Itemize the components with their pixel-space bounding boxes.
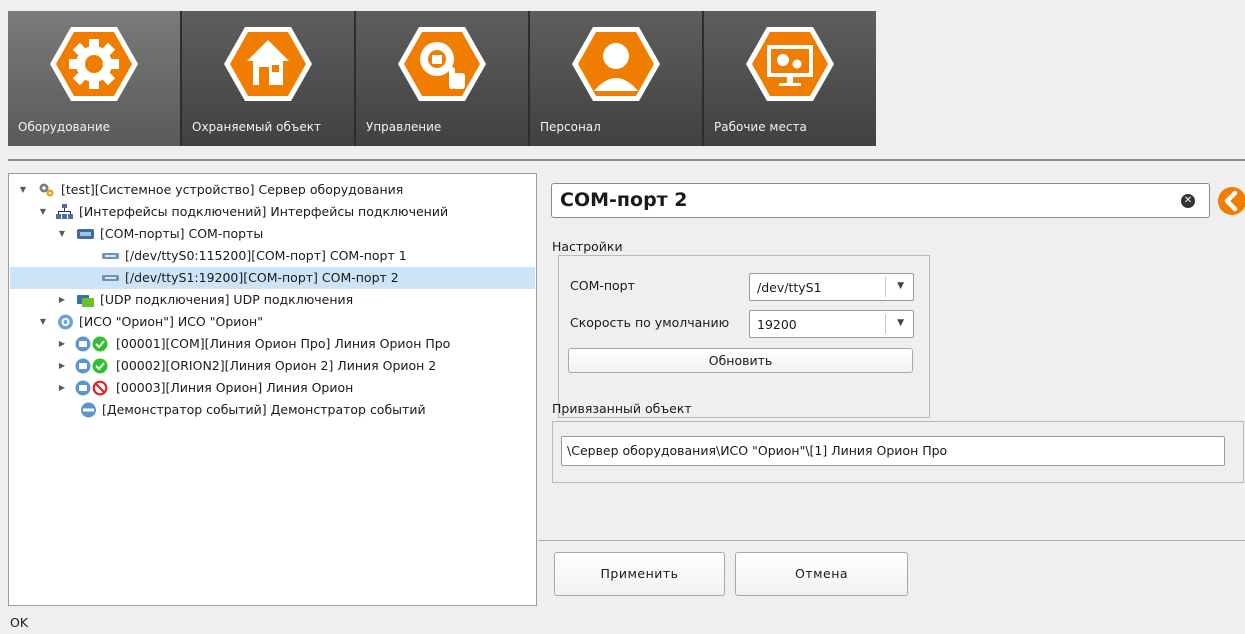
speed-label: Скорость по умолчанию bbox=[570, 315, 730, 330]
collapse-arrow-icon[interactable]: ▼ bbox=[57, 223, 67, 245]
com-port-icon bbox=[102, 275, 119, 281]
nav-label: Персонал bbox=[540, 120, 601, 134]
network-icon bbox=[56, 204, 73, 219]
person-icon bbox=[572, 27, 660, 101]
monitor-gears-icon bbox=[746, 27, 834, 101]
tree-item[interactable]: ▶ [00003][Линия Орион] Линия Орион bbox=[9, 377, 536, 399]
chevron-down-icon[interactable]: ▼ bbox=[897, 318, 904, 328]
orion-icon bbox=[58, 314, 73, 330]
expand-arrow-icon[interactable]: ▶ bbox=[57, 289, 67, 311]
nav-tile-workstations[interactable]: Рабочие места bbox=[704, 11, 876, 146]
button-bar-divider bbox=[538, 540, 1245, 541]
line-disabled-icon bbox=[75, 380, 108, 396]
tree-item-label: [ИСО "Орион"] ИСО "Орион" bbox=[79, 314, 263, 329]
tree-item-label: [UDP подключения] UDP подключения bbox=[100, 292, 354, 307]
tree-item-label: [COM-порты] COM-порты bbox=[100, 226, 264, 241]
linked-object-value: \Сервер оборудования\ИСО "Орион"\[1] Лин… bbox=[567, 443, 948, 458]
expand-arrow-icon[interactable]: ▶ bbox=[57, 333, 67, 355]
tree-item-label: [Интерфейсы подключений] Интерфейсы подк… bbox=[79, 204, 449, 219]
clear-icon[interactable]: ✕ bbox=[1181, 194, 1195, 208]
tree-item[interactable]: ▼ [Интерфейсы подключений] Интерфейсы по… bbox=[9, 201, 536, 223]
title-field[interactable]: COM-порт 2 ✕ bbox=[551, 183, 1210, 218]
line-ok-icon bbox=[75, 336, 108, 352]
tree-item-label: [test][Системное устройство] Сервер обор… bbox=[61, 182, 404, 197]
combo-divider bbox=[885, 314, 886, 334]
main-navigation: Оборудование Охраняемый объект Управлени… bbox=[8, 11, 876, 146]
tree-item[interactable]: ▼ [ИСО "Орион"] ИСО "Орион" bbox=[9, 311, 536, 333]
status-text: OK bbox=[10, 615, 29, 630]
settings-section-label: Настройки bbox=[552, 239, 623, 254]
gear-icon bbox=[50, 27, 138, 101]
gear-lock-hand-icon bbox=[398, 27, 486, 101]
speed-select[interactable]: 19200 ▼ bbox=[749, 310, 914, 338]
line-ok-icon bbox=[75, 358, 108, 374]
nav-label: Оборудование bbox=[18, 120, 110, 134]
expand-arrow-icon[interactable]: ▶ bbox=[57, 355, 67, 377]
house-icon bbox=[224, 27, 312, 101]
gears-icon bbox=[39, 183, 54, 197]
properties-panel: COM-порт 2 ✕ Настройки COM-порт /dev/tty… bbox=[538, 173, 1245, 606]
nav-label: Охраняемый объект bbox=[192, 120, 321, 134]
udp-icon bbox=[77, 295, 94, 307]
object-title: COM-порт 2 bbox=[560, 189, 688, 211]
chevron-down-icon[interactable]: ▼ bbox=[897, 281, 904, 291]
port-group-icon bbox=[77, 229, 94, 239]
tree-item[interactable]: [/dev/ttyS0:115200][COM-порт] COM-порт 1 bbox=[9, 245, 536, 267]
com-port-icon bbox=[102, 253, 119, 259]
tree-item-selected[interactable]: [/dev/ttyS1:19200][COM-порт] COM-порт 2 bbox=[10, 267, 535, 289]
tree-item[interactable]: [Демонстратор событий] Демонстратор собы… bbox=[9, 399, 536, 421]
tree-item-label: [/dev/ttyS0:115200][COM-порт] COM-порт 1 bbox=[125, 248, 407, 263]
collapse-arrow-icon[interactable]: ▼ bbox=[38, 201, 48, 223]
tree-item[interactable]: ▶ [00002][ORION2][Линия Орион 2] Линия О… bbox=[9, 355, 536, 377]
expand-arrow-icon[interactable]: ▶ bbox=[57, 377, 67, 399]
tree-item-label: [Демонстратор событий] Демонстратор собы… bbox=[102, 402, 426, 417]
combo-divider bbox=[885, 277, 886, 297]
demo-icon bbox=[81, 402, 96, 418]
header-divider bbox=[8, 159, 1245, 161]
nav-label: Рабочие места bbox=[714, 120, 807, 134]
apply-button[interactable]: Применить bbox=[554, 552, 725, 596]
tree-item[interactable]: ▶ [00001][COM][Линия Орион Про] Линия Ор… bbox=[9, 333, 536, 355]
back-arrow-icon[interactable] bbox=[1217, 186, 1245, 216]
tree-item[interactable]: ▼ [COM-порты] COM-порты bbox=[9, 223, 536, 245]
com-port-select[interactable]: /dev/ttyS1 ▼ bbox=[749, 273, 914, 301]
tree-item-label: [00003][Линия Орион] Линия Орион bbox=[116, 380, 354, 395]
tree-item[interactable]: ▶ [UDP подключения] UDP подключения bbox=[9, 289, 536, 311]
collapse-arrow-icon[interactable]: ▼ bbox=[18, 179, 28, 201]
tree-item[interactable]: ▼ [test][Системное устройство] Сервер об… bbox=[9, 179, 536, 201]
speed-value: 19200 bbox=[757, 317, 797, 332]
tree-item-label: [00002][ORION2][Линия Орион 2] Линия Ори… bbox=[116, 358, 437, 373]
linked-object-field[interactable]: \Сервер оборудования\ИСО "Орион"\[1] Лин… bbox=[561, 436, 1225, 466]
nav-tile-protected-object[interactable]: Охраняемый объект bbox=[182, 11, 356, 146]
tree-item-label: [00001][COM][Линия Орион Про] Линия Орио… bbox=[116, 336, 451, 351]
com-port-label: COM-порт bbox=[570, 278, 635, 293]
nav-label: Управление bbox=[366, 120, 442, 134]
refresh-button[interactable]: Обновить bbox=[568, 348, 913, 373]
tree-item-label: [/dev/ttyS1:19200][COM-порт] COM-порт 2 bbox=[125, 270, 399, 285]
equipment-tree[interactable]: ▼ [test][Системное устройство] Сервер об… bbox=[8, 173, 537, 606]
nav-tile-personnel[interactable]: Персонал bbox=[530, 11, 704, 146]
cancel-button[interactable]: Отмена bbox=[735, 552, 908, 596]
linked-object-label: Привязанный объект bbox=[552, 401, 692, 416]
collapse-arrow-icon[interactable]: ▼ bbox=[38, 311, 48, 333]
nav-tile-equipment[interactable]: Оборудование bbox=[8, 11, 182, 146]
nav-tile-control[interactable]: Управление bbox=[356, 11, 530, 146]
com-port-value: /dev/ttyS1 bbox=[757, 280, 822, 295]
